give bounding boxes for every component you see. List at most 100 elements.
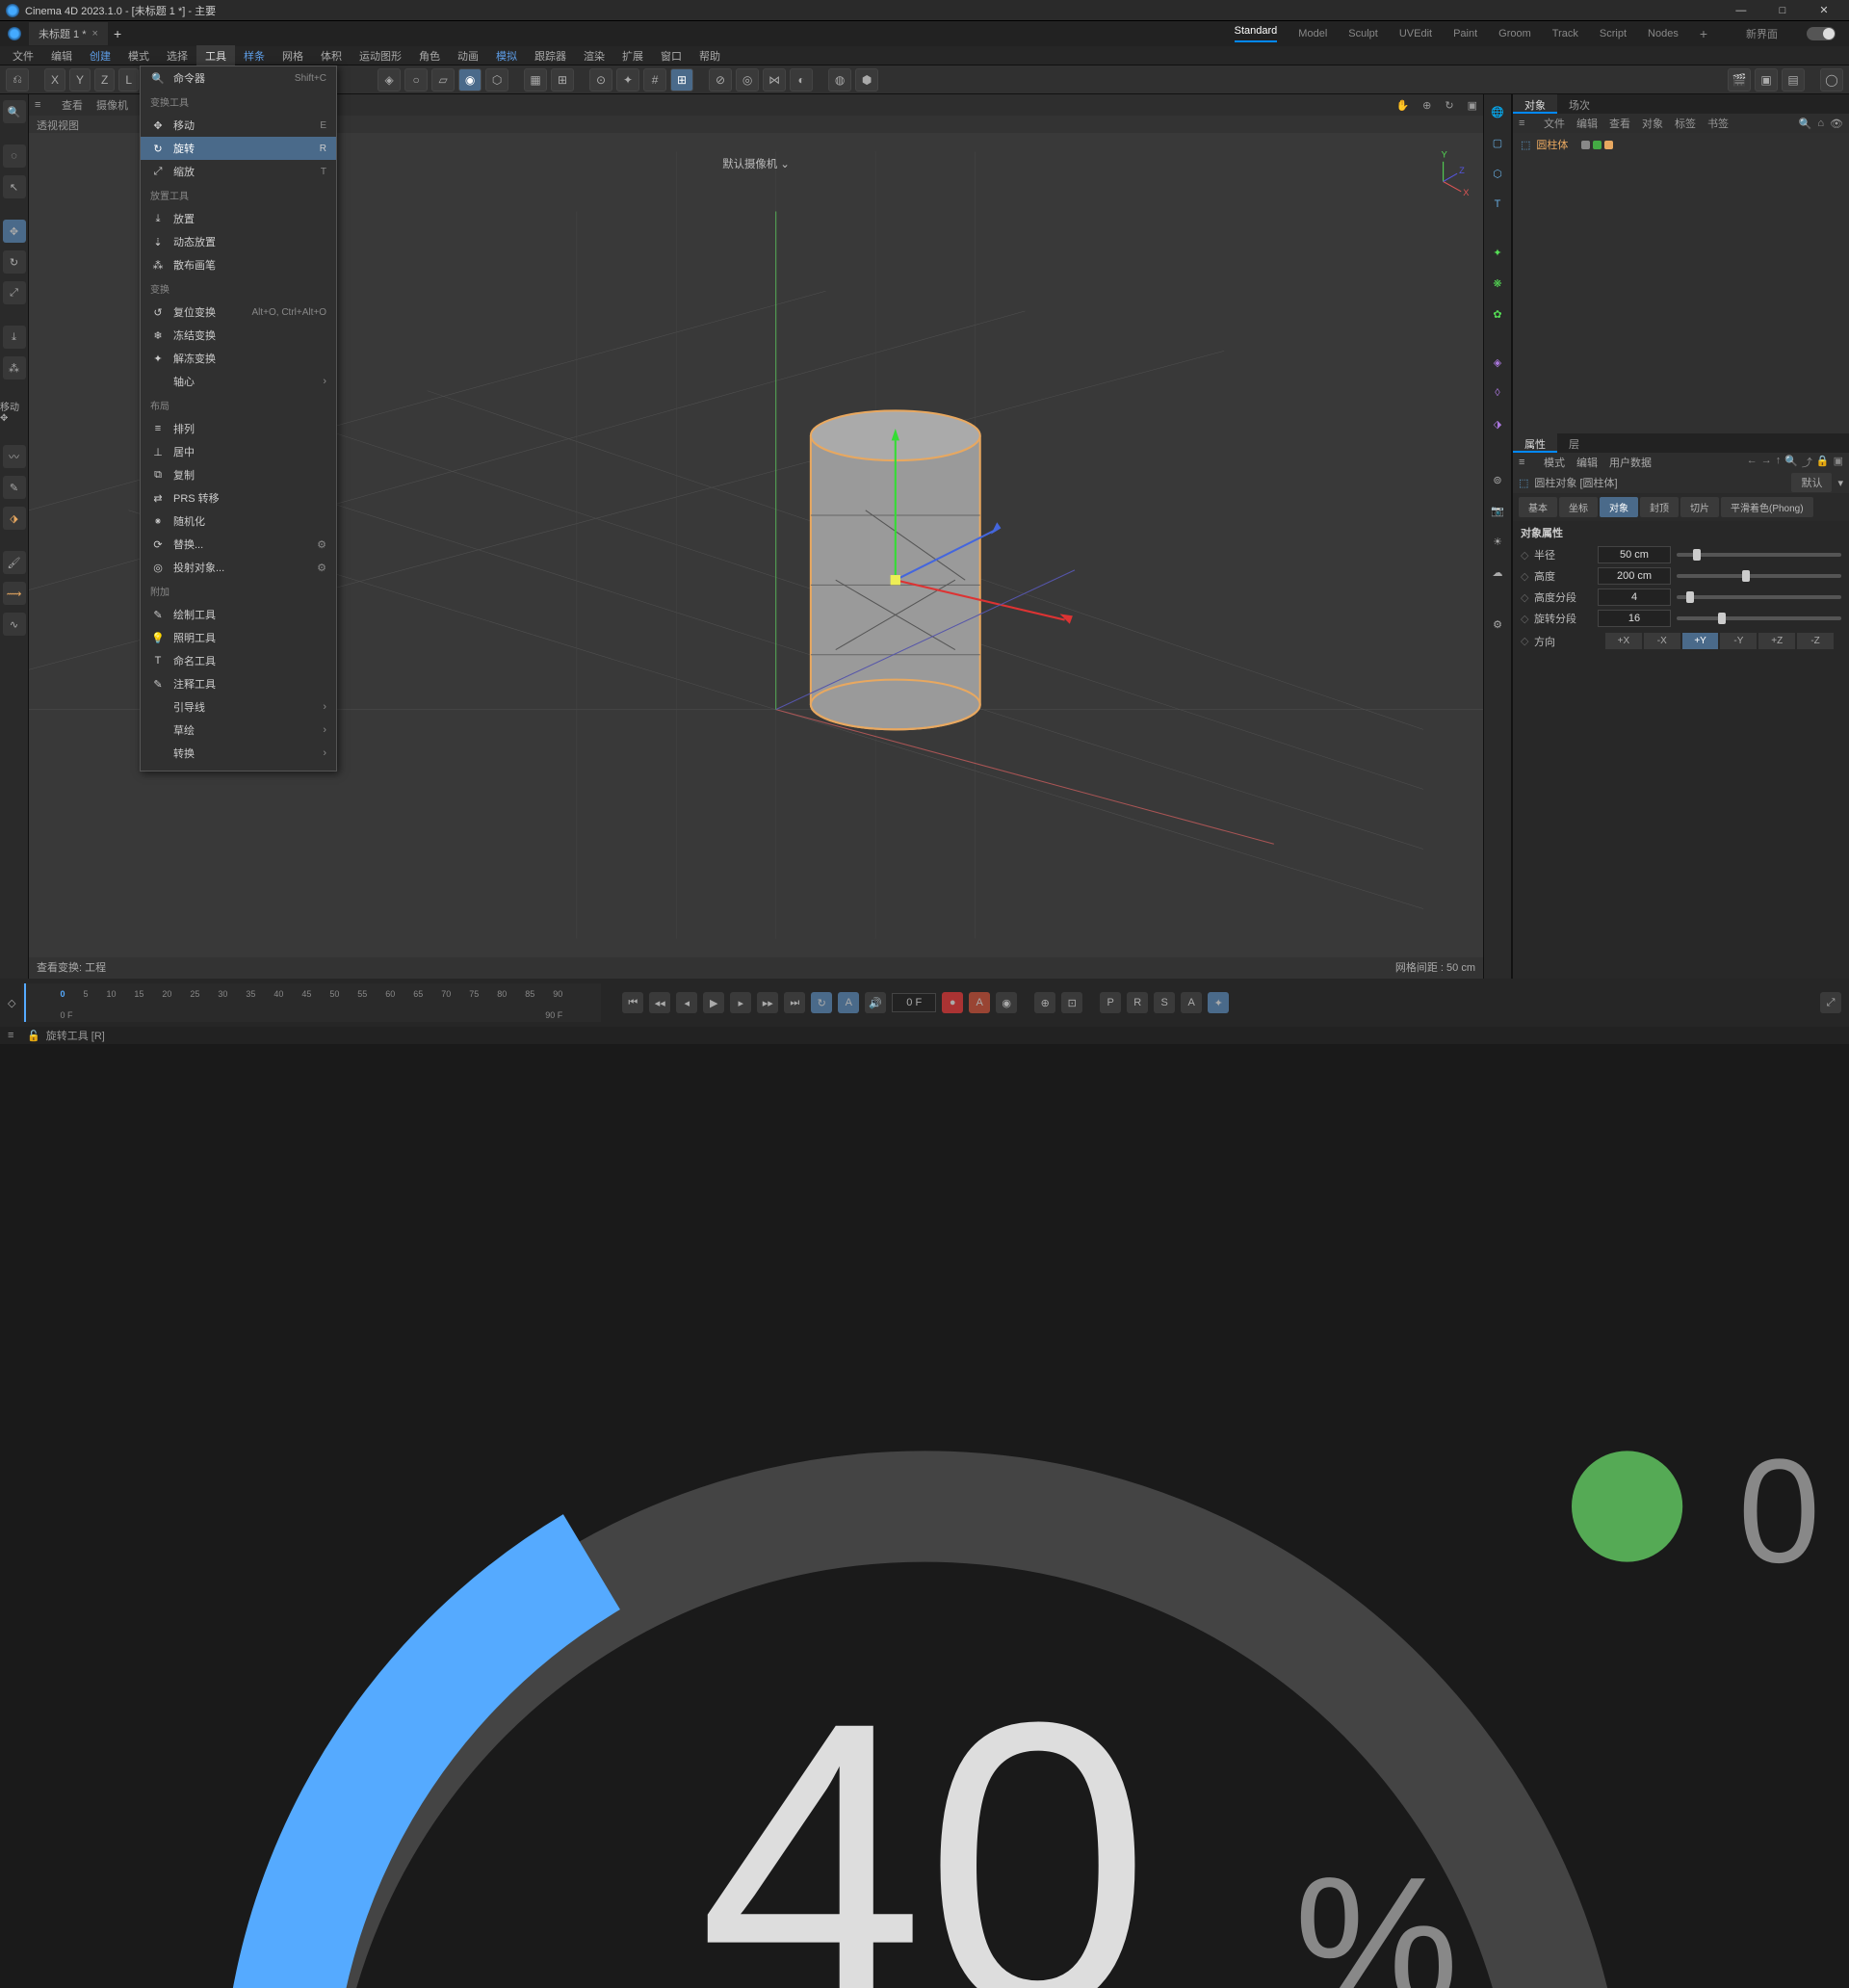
key-icon-button[interactable]: ◉ <box>996 992 1017 1013</box>
scale-key-button[interactable]: ⊡ <box>1061 992 1082 1013</box>
object-home-icon[interactable]: ⌂ <box>1817 118 1824 130</box>
attr-menu-mode[interactable]: 模式 <box>1544 455 1565 470</box>
palette-effector-icon[interactable]: ❋ <box>1486 272 1509 295</box>
cursor-icon[interactable]: ↖ <box>3 175 26 198</box>
goto-start-button[interactable]: ⏮ <box>622 992 643 1013</box>
layout-model[interactable]: Model <box>1298 28 1327 39</box>
r-key-button[interactable]: R <box>1127 992 1148 1013</box>
status-lock-icon[interactable]: 🔓 <box>27 1030 40 1042</box>
layout-nodes[interactable]: Nodes <box>1648 28 1679 39</box>
hseg-input[interactable]: 4 <box>1598 589 1671 606</box>
subtab-basic[interactable]: 基本 <box>1519 497 1557 517</box>
timeline-popout-button[interactable]: ⤢ <box>1820 992 1841 1013</box>
timeline-ruler[interactable]: 051015202530354045505560657075808590 0 F… <box>21 983 601 1022</box>
menu-item-prs[interactable]: ⇄PRS 转移 <box>141 486 336 510</box>
autokey-toggle-button[interactable]: A <box>969 992 990 1013</box>
workplane-button[interactable]: ✦ <box>616 68 639 92</box>
prev-key-button[interactable]: ◂◂ <box>649 992 670 1013</box>
menu-item-freeze[interactable]: ❄冻结变换 <box>141 324 336 347</box>
visibility-dot-icon[interactable] <box>1593 141 1602 149</box>
dir-plus-z[interactable]: +Z <box>1758 633 1795 649</box>
search-icon[interactable]: 🔍 <box>3 100 26 123</box>
prim-more-button[interactable]: ⬡ <box>485 68 508 92</box>
history-button[interactable]: ⎌ <box>6 68 29 92</box>
menu-item-convert[interactable]: 转换› <box>141 742 336 765</box>
symmetry-button[interactable]: ⋈ <box>763 68 786 92</box>
object-menu-edit[interactable]: 编辑 <box>1576 116 1598 131</box>
scale-tool-icon[interactable]: ⤢ <box>3 281 26 304</box>
new-tab-button[interactable]: + <box>114 26 121 41</box>
object-menu-view[interactable]: 查看 <box>1609 116 1630 131</box>
maximize-button[interactable]: □ <box>1763 5 1802 16</box>
palette-light-icon[interactable]: ☀ <box>1486 530 1509 553</box>
menu-item-move[interactable]: ✥移动E <box>141 114 336 137</box>
axis-x-button[interactable]: X <box>44 68 65 92</box>
s-key-button[interactable]: S <box>1154 992 1175 1013</box>
palette-text-icon[interactable]: T <box>1486 193 1509 216</box>
attr-search-icon[interactable]: 🔍 <box>1784 455 1798 470</box>
object-menu-icon[interactable] <box>1519 118 1532 129</box>
hseg-slider[interactable] <box>1677 595 1841 599</box>
menu-item-dynplace[interactable]: ⇣动态放置 <box>141 230 336 253</box>
menu-spline[interactable]: 样条 <box>235 45 273 66</box>
layout-standard[interactable]: Standard <box>1235 25 1278 42</box>
prim-cylinder-button[interactable]: ◉ <box>458 68 482 92</box>
menu-item-doodle[interactable]: 草绘› <box>141 719 336 742</box>
palette-generator-icon[interactable]: ◊ <box>1486 381 1509 405</box>
menu-tracker[interactable]: 跟踪器 <box>526 45 575 66</box>
menu-item-scatter[interactable]: ⁂散布画笔 <box>141 253 336 276</box>
close-button[interactable]: ✕ <box>1805 4 1843 16</box>
asset-button[interactable]: ⬢ <box>855 68 878 92</box>
render-settings-button[interactable]: 🎬 <box>1728 68 1751 92</box>
layout-track[interactable]: Track <box>1552 28 1578 39</box>
minimize-button[interactable]: — <box>1722 5 1760 16</box>
spline-tool-icon[interactable]: 〰 <box>3 445 26 468</box>
object-menu-file[interactable]: 文件 <box>1544 116 1565 131</box>
palette-field-icon[interactable]: ✿ <box>1486 302 1509 326</box>
object-menu-bookmark[interactable]: 书签 <box>1707 116 1729 131</box>
height-input[interactable]: 200 cm <box>1598 567 1671 585</box>
attr-goto-icon[interactable]: ⤴ <box>1802 455 1812 470</box>
palette-deformer-icon[interactable]: ◈ <box>1486 351 1509 374</box>
menu-render[interactable]: 渲染 <box>575 45 613 66</box>
record-button[interactable]: ● <box>942 992 963 1013</box>
soft-button[interactable]: ◐ <box>790 68 813 92</box>
pla-key-button[interactable]: ✦ <box>1208 992 1229 1013</box>
attr-menu-edit[interactable]: 编辑 <box>1576 455 1598 470</box>
layout-script[interactable]: Script <box>1600 28 1627 39</box>
move-tool-icon[interactable]: ✥ <box>3 220 26 243</box>
close-tab-icon[interactable]: × <box>92 28 98 39</box>
dir-minus-y[interactable]: -Y <box>1720 633 1757 649</box>
menu-create[interactable]: 创建 <box>81 45 119 66</box>
menu-mograph[interactable]: 运动图形 <box>351 45 410 66</box>
menu-item-reset[interactable]: ↺复位变换Alt+O, Ctrl+Alt+O <box>141 301 336 324</box>
render-region-button[interactable]: ▤ <box>1782 68 1805 92</box>
attr-preset-chevron-icon[interactable]: ▾ <box>1837 477 1843 489</box>
viewport-menu-icon[interactable] <box>35 99 48 111</box>
subtab-phong[interactable]: 平滑着色(Phong) <box>1721 497 1813 517</box>
viewport-menu-camera[interactable]: 摄像机 <box>96 97 128 113</box>
sound-button[interactable]: 🔊 <box>865 992 886 1013</box>
menu-item-rotate[interactable]: ↻旋转R <box>141 137 336 160</box>
nav-hand-icon[interactable]: ✋ <box>1395 99 1409 112</box>
menu-mesh[interactable]: 网格 <box>273 45 312 66</box>
object-tree[interactable]: ⬚ 圆柱体 <box>1513 133 1849 433</box>
status-menu-icon[interactable] <box>8 1030 21 1041</box>
axis-y-button[interactable]: Y <box>69 68 91 92</box>
nav-rotate-icon[interactable]: ↻ <box>1445 99 1453 112</box>
menu-item-unfreeze[interactable]: ✦解冻变换 <box>141 347 336 370</box>
menu-item-replace[interactable]: ⟳替换...⚙ <box>141 533 336 556</box>
menu-item-annotate[interactable]: ✎注释工具 <box>141 672 336 695</box>
magnet-button[interactable]: ⊙ <box>589 68 612 92</box>
knife-tool-icon[interactable]: ✎ <box>3 476 26 499</box>
radius-slider[interactable] <box>1677 553 1841 557</box>
palette-camera-icon[interactable]: 📷 <box>1486 499 1509 522</box>
menu-tools[interactable]: 工具 <box>196 45 235 66</box>
keyframe-diamond-icon[interactable]: ◇ <box>1521 570 1528 583</box>
grid-toggle-button[interactable]: # <box>643 68 666 92</box>
attr-preset-label[interactable]: 默认 <box>1791 473 1832 492</box>
nav-zoom-icon[interactable]: ⊕ <box>1422 99 1431 112</box>
snap-edge-button[interactable]: ⊞ <box>551 68 574 92</box>
subtab-caps[interactable]: 封顶 <box>1640 497 1679 517</box>
loop-button[interactable]: ↻ <box>811 992 832 1013</box>
